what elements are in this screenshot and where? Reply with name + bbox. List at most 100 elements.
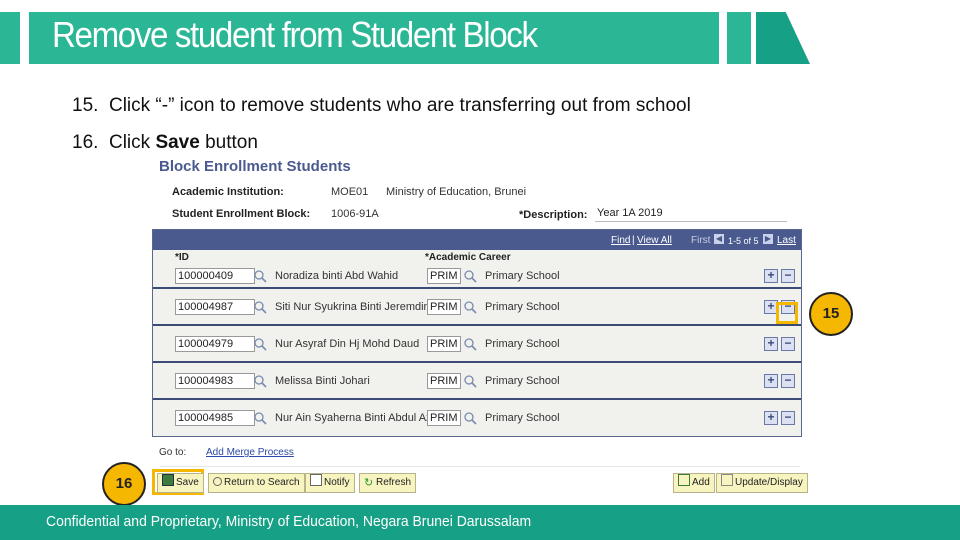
academic-career-input[interactable]: PRIM: [427, 299, 461, 315]
refresh-icon: ↻: [364, 477, 374, 489]
add-row-icon[interactable]: +: [764, 411, 778, 425]
goto-label: Go to:: [159, 447, 187, 458]
delete-row-icon[interactable]: −: [781, 337, 795, 351]
search-icon[interactable]: [463, 374, 477, 388]
add-row-icon[interactable]: +: [764, 337, 778, 351]
student-name: Melissa Binti Johari: [275, 375, 370, 387]
next-arrow-icon[interactable]: ▶: [763, 234, 773, 244]
delete-row-icon[interactable]: −: [781, 269, 795, 283]
find-link[interactable]: Find: [611, 235, 630, 246]
title-bar-decoration: [756, 12, 810, 64]
academic-career-description: Primary School: [485, 301, 560, 313]
instruction-steps: 15. Click “-” icon to remove students wh…: [72, 92, 691, 166]
last-link[interactable]: Last: [777, 235, 796, 246]
student-name: Nur Ain Syaherna Binti Abdul Aziz: [275, 412, 440, 424]
academic-institution-name: Ministry of Education, Brunei: [386, 186, 527, 198]
academic-career-description: Primary School: [485, 338, 560, 350]
student-name: Noradiza binti Abd Wahid: [275, 270, 399, 282]
notify-icon: [310, 474, 322, 486]
search-icon[interactable]: [253, 374, 267, 388]
search-icon[interactable]: [463, 269, 477, 283]
grid-header: Find | View All First ◀ 1-5 of 5 ▶ Last: [153, 230, 801, 250]
academic-career-input[interactable]: PRIM: [427, 268, 461, 284]
previous-arrow-icon[interactable]: ◀: [714, 234, 724, 244]
step-text: Click: [108, 132, 156, 153]
table-row: *ID *Academic Career 100000409 Noradiza bin…: [153, 250, 801, 289]
description-input[interactable]: [595, 205, 787, 222]
academic-career-input[interactable]: PRIM: [427, 336, 461, 352]
delete-row-highlight: [776, 302, 798, 324]
add-label: Add: [692, 477, 710, 488]
update-display-button[interactable]: Update/Display: [716, 473, 808, 493]
search-icon[interactable]: [253, 337, 267, 351]
save-label: Save: [176, 477, 199, 488]
student-id-input[interactable]: 100004987: [175, 299, 255, 315]
step-15-badge: 15: [809, 292, 853, 336]
student-name: Nur Asyraf Din Hj Mohd Daud: [275, 338, 420, 350]
table-row: 100004987 Siti Nur Syukrina Binti Jeremdi…: [153, 287, 801, 326]
id-column-header: *ID: [175, 252, 189, 263]
step-number: 16.: [72, 132, 99, 153]
add-icon: [678, 474, 690, 486]
student-id-input[interactable]: 100004979: [175, 336, 255, 352]
delete-row-icon[interactable]: −: [781, 411, 795, 425]
panel-title: Block Enrollment Students: [159, 158, 351, 175]
save-icon: [162, 474, 174, 486]
refresh-label: Refresh: [376, 477, 412, 488]
add-row-icon[interactable]: +: [764, 269, 778, 283]
search-icon[interactable]: [253, 411, 267, 425]
academic-career-description: Primary School: [485, 270, 560, 282]
step-15: 15. Click “-” icon to remove students wh…: [72, 92, 691, 129]
title-bar-accent-left: [0, 12, 20, 64]
academic-career-input[interactable]: PRIM: [427, 373, 461, 389]
delete-row-icon[interactable]: −: [781, 374, 795, 388]
row-range: 1-5 of 5: [728, 236, 759, 246]
step-text: button: [199, 132, 258, 153]
step-16-badge: 16: [102, 462, 146, 506]
search-icon: [213, 477, 222, 486]
search-icon[interactable]: [463, 337, 477, 351]
notify-label: Notify: [324, 477, 350, 488]
description-label: *Description:: [519, 209, 588, 221]
add-row-icon[interactable]: +: [764, 374, 778, 388]
student-id-input[interactable]: 100004983: [175, 373, 255, 389]
table-row: 100004985 Nur Ain Syaherna Binti Abdul Az…: [153, 398, 801, 435]
save-button[interactable]: Save: [157, 473, 204, 493]
update-display-label: Update/Display: [735, 477, 803, 488]
return-to-search-label: Return to Search: [224, 477, 300, 488]
step-text: Click “-” icon to remove students who ar…: [108, 95, 691, 116]
search-icon[interactable]: [253, 269, 267, 283]
students-grid: Find | View All First ◀ 1-5 of 5 ▶ Last …: [152, 229, 802, 437]
academic-career-description: Primary School: [485, 412, 560, 424]
slide-title: Remove student from Student Block: [52, 14, 538, 55]
notify-button[interactable]: Notify: [305, 473, 355, 493]
enrollment-block-value: 1006-91A: [331, 208, 379, 220]
return-to-search-button[interactable]: Return to Search: [208, 473, 305, 493]
add-merge-process-link[interactable]: Add Merge Process: [206, 447, 294, 458]
academic-institution-code: MOE01: [331, 186, 369, 198]
first-label: First: [691, 235, 711, 246]
student-id-input[interactable]: 100004985: [175, 410, 255, 426]
table-row: 100004983 Melissa Binti Johari PRIM Primary…: [153, 361, 801, 400]
search-icon[interactable]: [463, 411, 477, 425]
refresh-button[interactable]: ↻ Refresh: [359, 473, 417, 493]
academic-career-column-header: *Academic Career: [425, 252, 511, 263]
enrollment-block-label: Student Enrollment Block:: [172, 208, 311, 220]
student-name: Siti Nur Syukrina Binti Jeremdin: [275, 301, 430, 313]
search-icon[interactable]: [253, 300, 267, 314]
title-bar-accent-right: [727, 12, 751, 64]
student-id-input[interactable]: 100000409: [175, 268, 255, 284]
footer-text: Confidential and Proprietary, Ministry o…: [46, 513, 532, 530]
search-icon[interactable]: [463, 300, 477, 314]
separator: [160, 466, 800, 467]
academic-career-input[interactable]: PRIM: [427, 410, 461, 426]
step-text-bold: Save: [155, 132, 200, 153]
add-button[interactable]: Add: [673, 473, 715, 493]
academic-institution-label: Academic Institution:: [172, 186, 284, 198]
view-all-link[interactable]: View All: [637, 235, 672, 246]
step-number: 15.: [72, 95, 99, 116]
table-row: 100004979 Nur Asyraf Din Hj Mohd Daud PRIM…: [153, 324, 801, 363]
update-display-icon: [721, 474, 733, 486]
academic-career-description: Primary School: [485, 375, 560, 387]
link-separator: |: [632, 235, 635, 246]
